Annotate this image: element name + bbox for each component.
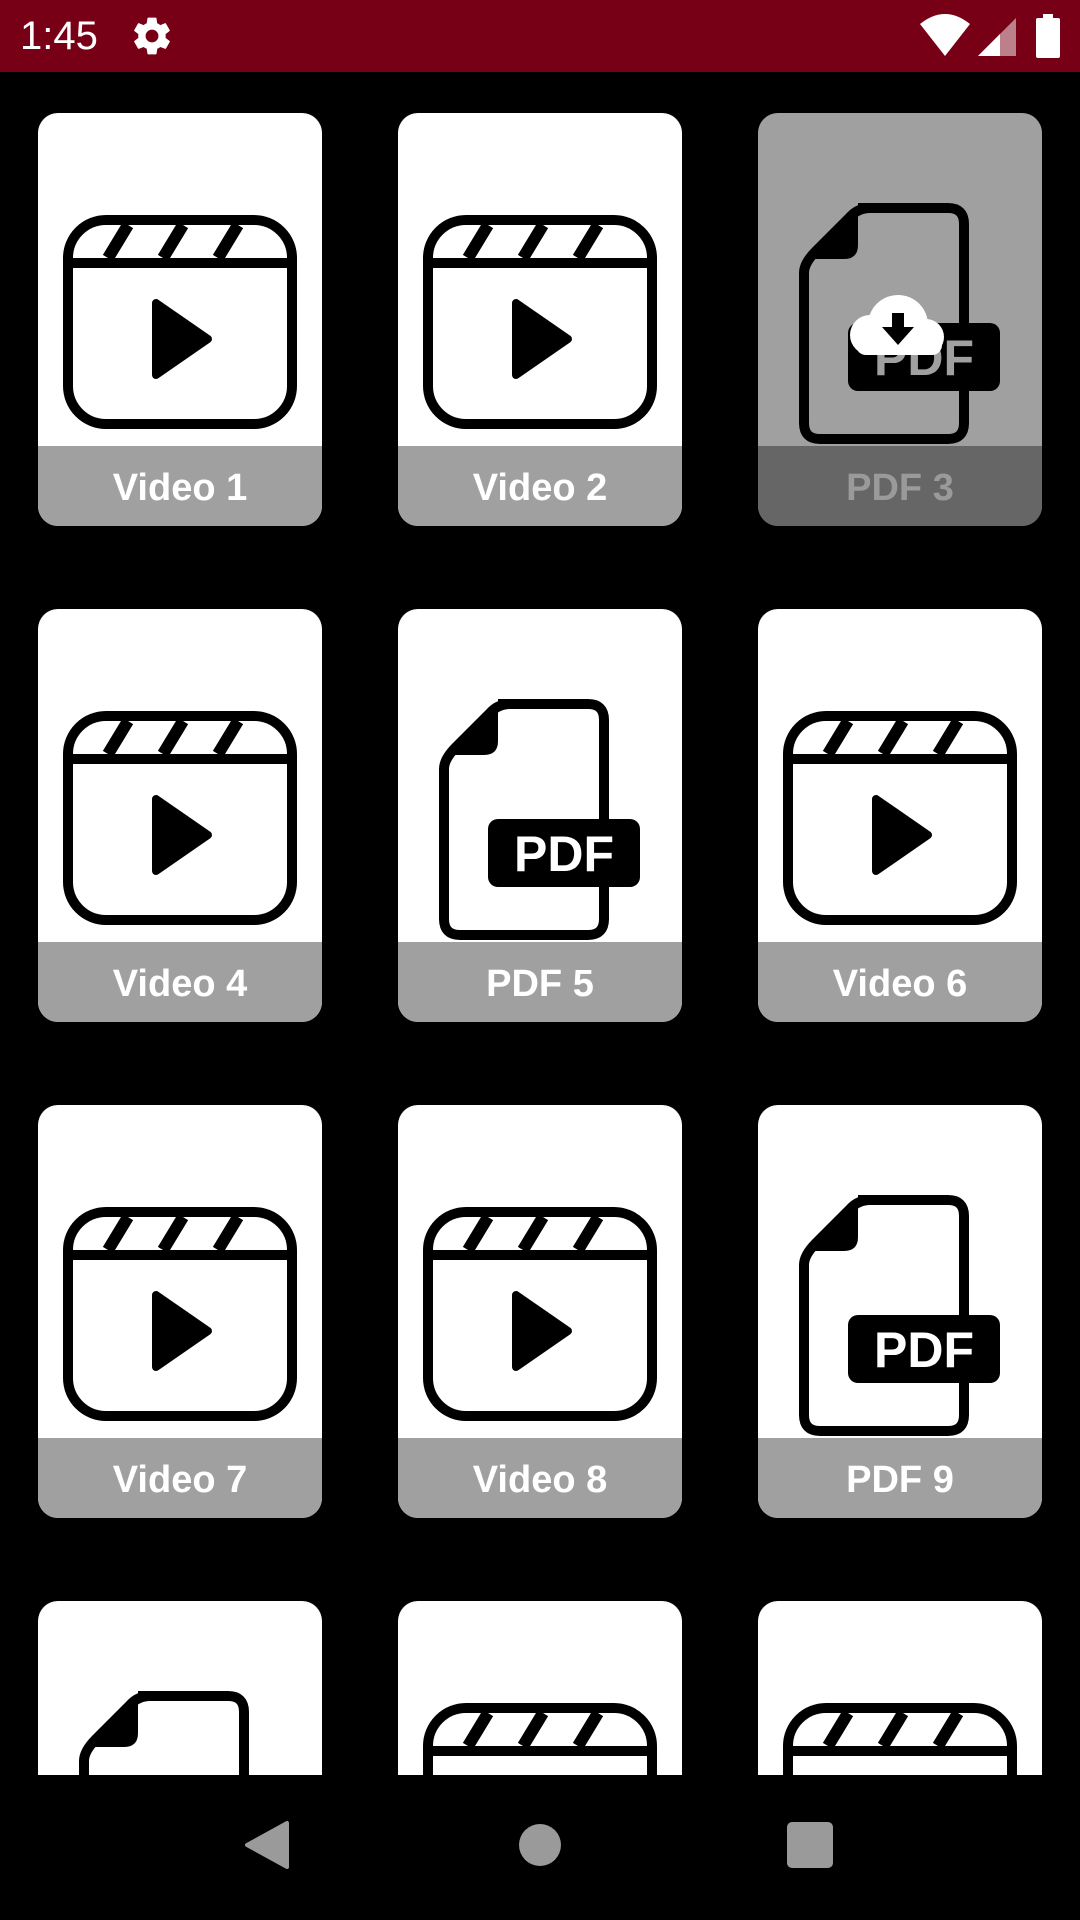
grid-item-video-12[interactable] (758, 1601, 1042, 1775)
home-icon[interactable] (510, 1815, 570, 1875)
status-bar: 1:45 (0, 0, 1080, 72)
item-label: Video 6 (758, 942, 1042, 1022)
recents-icon[interactable] (780, 1815, 840, 1875)
video-icon (63, 1207, 297, 1421)
svg-text:PDF: PDF (874, 1322, 974, 1378)
grid-item-video-11[interactable] (398, 1601, 682, 1775)
video-icon (783, 711, 1017, 925)
pdf-icon: PDF (799, 203, 1000, 444)
grid-item-video-4[interactable]: Video 4 (38, 609, 322, 1022)
grid-item-pdf-9[interactable]: PDF PDF 9 (758, 1105, 1042, 1518)
item-label: Video 4 (38, 942, 322, 1022)
back-icon[interactable] (237, 1815, 297, 1875)
video-icon (423, 1207, 657, 1421)
grid-item-video-1[interactable]: Video 1 (38, 113, 322, 526)
wifi-icon (920, 14, 970, 56)
svg-text:PDF: PDF (514, 826, 614, 882)
gear-icon[interactable] (130, 14, 174, 58)
pdf-icon: PDF (439, 699, 640, 940)
item-label: PDF 3 (758, 446, 1042, 526)
pdf-icon: PDF (799, 1195, 1000, 1436)
grid-item-pdf-5[interactable]: PDF PDF 5 (398, 609, 682, 1022)
video-icon (423, 215, 657, 429)
grid-item-video-6[interactable]: Video 6 (758, 609, 1042, 1022)
status-time: 1:45 (20, 14, 98, 58)
grid-item-video-8[interactable]: Video 8 (398, 1105, 682, 1518)
battery-icon (1036, 14, 1060, 58)
signal-icon (978, 18, 1016, 56)
cloud-download-icon (850, 295, 944, 355)
media-grid: Video 1 Video 2 PDF PDF 3 Video 4 PDF PD… (0, 72, 1080, 1775)
item-label: PDF 9 (758, 1438, 1042, 1518)
grid-item-video-2[interactable]: Video 2 (398, 113, 682, 526)
item-label: Video 1 (38, 446, 322, 526)
pdf-icon (79, 1691, 249, 1775)
video-icon (423, 1703, 657, 1775)
video-icon (783, 1703, 1017, 1775)
item-label: PDF 5 (398, 942, 682, 1022)
video-icon (63, 711, 297, 925)
grid-item-video-7[interactable]: Video 7 (38, 1105, 322, 1518)
video-icon (63, 215, 297, 429)
item-label: Video 7 (38, 1438, 322, 1518)
grid-item-pdf-3[interactable]: PDF PDF 3 (758, 113, 1042, 526)
item-label: Video 8 (398, 1438, 682, 1518)
navigation-bar (0, 1775, 1080, 1920)
item-label: Video 2 (398, 446, 682, 526)
grid-item-pdf-10[interactable] (38, 1601, 322, 1775)
